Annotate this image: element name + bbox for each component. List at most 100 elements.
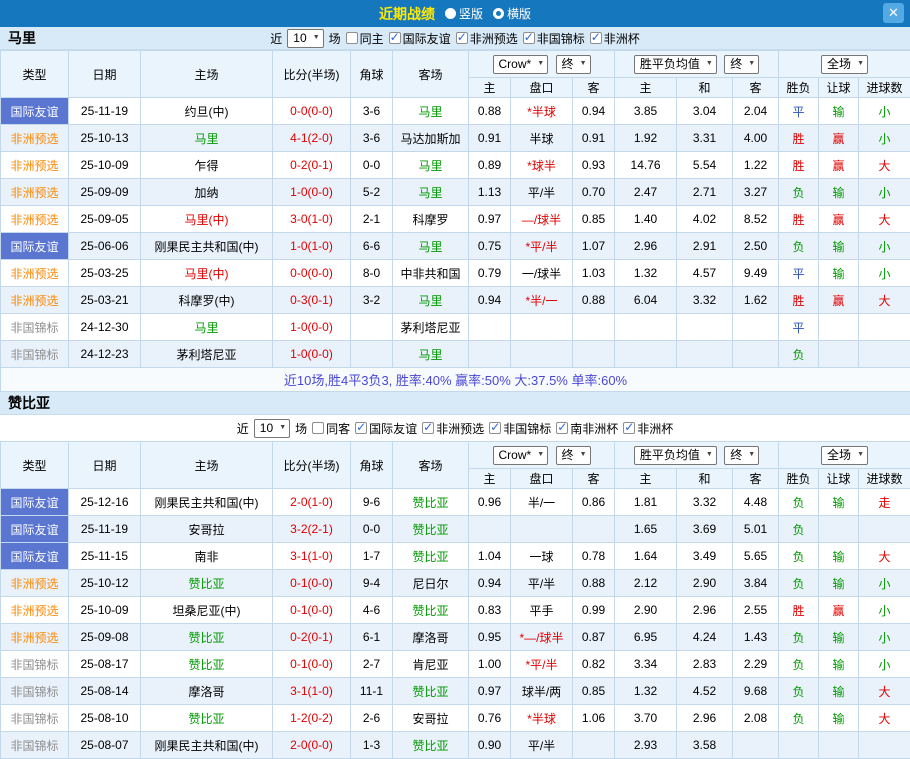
result: 平 — [779, 260, 819, 287]
away-team: 马达加斯加 — [393, 125, 469, 152]
odds-home: 0.95 — [469, 624, 511, 651]
checkbox-icon[interactable] — [456, 32, 468, 44]
odds-away — [573, 732, 615, 759]
score: 2-0(0-0) — [273, 732, 351, 759]
avg-draw-odds: 2.83 — [677, 651, 733, 678]
checkbox-icon[interactable] — [355, 422, 367, 434]
bookmaker-select[interactable]: Crow* — [493, 446, 549, 465]
avg-odds-select[interactable]: 胜平负均值 — [634, 446, 717, 465]
odds-away: 0.86 — [573, 489, 615, 516]
filter-option[interactable]: 同客 — [312, 420, 350, 437]
recent-count-select[interactable]: 10 — [254, 419, 290, 438]
score: 1-0(1-0) — [273, 233, 351, 260]
filter-option[interactable]: 非洲预选 — [456, 30, 518, 47]
filter-option[interactable]: 非国锦标 — [523, 30, 585, 47]
filter-option[interactable]: 非洲杯 — [590, 30, 640, 47]
away-team: 马里 — [393, 98, 469, 125]
close-icon[interactable]: ✕ — [883, 3, 904, 23]
letball-result: 输 — [819, 179, 859, 206]
result: 胜 — [779, 152, 819, 179]
odds-away: 0.99 — [573, 597, 615, 624]
avg-draw-odds: 3.04 — [677, 98, 733, 125]
checkbox-icon[interactable] — [623, 422, 635, 434]
score: 3-1(1-0) — [273, 678, 351, 705]
avg-draw-odds: 3.32 — [677, 489, 733, 516]
avg-draw-odds: 4.57 — [677, 260, 733, 287]
recent-prefix-label: 近 — [270, 30, 282, 47]
fulltime-select[interactable]: 全场 — [821, 446, 868, 465]
filter-option-label: 非洲杯 — [604, 30, 640, 47]
avg-stage-select[interactable]: 终 — [724, 55, 759, 74]
odds-home: 0.94 — [469, 570, 511, 597]
result: 胜 — [779, 287, 819, 314]
handicap: *球半 — [511, 152, 573, 179]
filter-option[interactable]: 国际友谊 — [355, 420, 417, 437]
odds-away — [573, 314, 615, 341]
checkbox-icon[interactable] — [523, 32, 535, 44]
home-team: 茅利塔尼亚 — [141, 341, 273, 368]
corners: 1-3 — [351, 732, 393, 759]
corners: 3-2 — [351, 287, 393, 314]
match-type: 非洲预选 — [1, 287, 69, 314]
match-row: 非洲预选25-09-09加纳1-0(0-0)5-2马里1.13平/半0.702.… — [1, 179, 910, 206]
fulltime-select[interactable]: 全场 — [821, 55, 868, 74]
letball-result: 赢 — [819, 152, 859, 179]
odds-stage-select[interactable]: 终 — [556, 55, 591, 74]
radio-vertical-icon[interactable] — [445, 8, 456, 19]
match-date: 25-09-05 — [69, 206, 141, 233]
filter-option[interactable]: 非国锦标 — [489, 420, 551, 437]
match-row: 国际友谊25-06-06刚果民主共和国(中)1-0(1-0)6-6马里0.75*… — [1, 233, 910, 260]
match-type: 非国锦标 — [1, 678, 69, 705]
avg-home-odds: 14.76 — [615, 152, 677, 179]
match-type: 非国锦标 — [1, 651, 69, 678]
checkbox-icon[interactable] — [556, 422, 568, 434]
recent-count-select[interactable]: 10 — [287, 29, 323, 48]
checkbox-icon[interactable] — [346, 32, 358, 44]
filter-option[interactable]: 南非洲杯 — [556, 420, 618, 437]
result: 负 — [779, 651, 819, 678]
filter-option-label: 南非洲杯 — [570, 420, 618, 437]
checkbox-icon[interactable] — [389, 32, 401, 44]
subheader-odds-away: 客 — [573, 469, 615, 489]
layout-option-horizontal[interactable]: 横版 — [493, 5, 531, 22]
odds-stage-select[interactable]: 终 — [556, 446, 591, 465]
checkbox-icon[interactable] — [312, 422, 324, 434]
avg-odds-select[interactable]: 胜平负均值 — [634, 55, 717, 74]
odds-away — [573, 516, 615, 543]
filter-option-label: 非国锦标 — [503, 420, 551, 437]
filter-option[interactable]: 国际友谊 — [389, 30, 451, 47]
fulltime-group-header: 全场 — [779, 51, 910, 78]
horizontal-label: 横版 — [507, 5, 531, 22]
bookmaker-select[interactable]: Crow* — [493, 55, 549, 74]
goals-result: 小 — [859, 125, 910, 152]
checkbox-icon[interactable] — [489, 422, 501, 434]
checkbox-icon[interactable] — [422, 422, 434, 434]
handicap — [511, 341, 573, 368]
match-date: 25-10-12 — [69, 570, 141, 597]
column-header-home: 主场 — [141, 442, 273, 489]
match-date: 25-08-10 — [69, 705, 141, 732]
filter-option[interactable]: 非洲杯 — [623, 420, 673, 437]
avg-away-odds: 2.04 — [733, 98, 779, 125]
column-header-goals: 进球数 — [859, 469, 910, 489]
zambia-filter-checkboxes: 同客国际友谊非洲预选 非国锦标 南非洲杯非洲杯 — [312, 420, 673, 437]
avg-stage-select[interactable]: 终 — [724, 446, 759, 465]
letball-result — [819, 732, 859, 759]
away-team: 肯尼亚 — [393, 651, 469, 678]
subheader-odds-home: 主 — [469, 469, 511, 489]
filter-option[interactable]: 同主 — [346, 30, 384, 47]
corners: 8-0 — [351, 260, 393, 287]
filter-option-label: 同客 — [326, 420, 350, 437]
home-team: 坦桑尼亚(中) — [141, 597, 273, 624]
goals-result: 大 — [859, 678, 910, 705]
layout-option-vertical[interactable]: 竖版 — [445, 5, 483, 22]
checkbox-icon[interactable] — [590, 32, 602, 44]
radio-horizontal-icon[interactable] — [493, 8, 504, 19]
handicap: *平/半 — [511, 651, 573, 678]
filter-option-label: 同主 — [360, 30, 384, 47]
odds-home: 0.75 — [469, 233, 511, 260]
mali-summary-row: 近10场,胜4平3负3, 胜率:40% 赢率:50% 大:37.5% 单率:60… — [1, 368, 910, 392]
match-row: 非洲预选25-10-09乍得0-2(0-1)0-0马里0.89*球半0.9314… — [1, 152, 910, 179]
filter-option[interactable]: 非洲预选 — [422, 420, 484, 437]
handicap: 平/半 — [511, 732, 573, 759]
